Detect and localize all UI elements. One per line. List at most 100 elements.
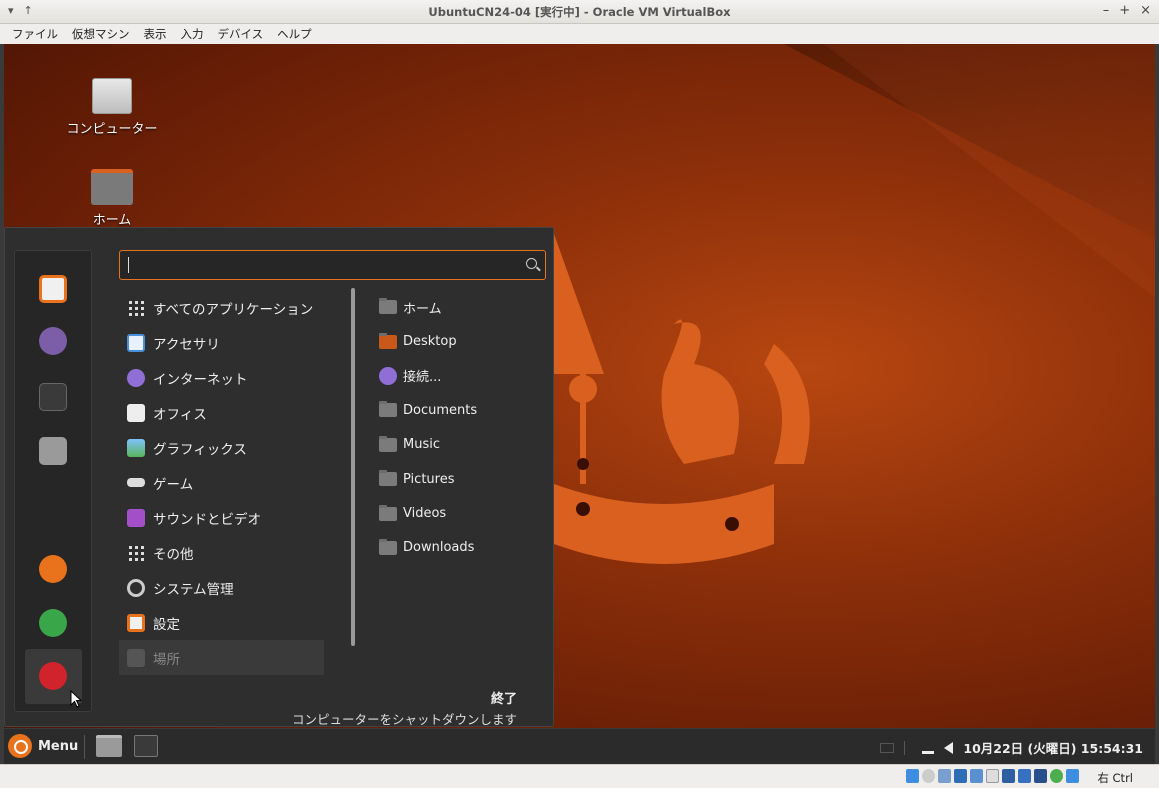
terminal-favorite-icon[interactable]: [39, 383, 67, 411]
place-label: Desktop: [403, 334, 457, 350]
tooltip-description: コンピューターをシャットダウンします: [291, 712, 517, 727]
keyboard-icon[interactable]: [880, 742, 895, 753]
network-icon[interactable]: [922, 742, 935, 754]
menu-file[interactable]: ファイル: [6, 26, 64, 42]
menu-input[interactable]: 入力: [175, 26, 210, 42]
hard-disk-icon[interactable]: [906, 769, 919, 783]
office-icon: [127, 403, 145, 422]
window-titlebar: ▾ ↑ UbuntuCN24-04 [実行中] - Oracle VM Virt…: [0, 0, 1159, 24]
lock-screen-icon[interactable]: [39, 555, 67, 583]
audio-icon[interactable]: [938, 769, 951, 783]
place-pictures[interactable]: Pictures: [375, 462, 550, 496]
vbox-statusbar: 右 Ctrl: [0, 764, 1159, 788]
category-multimedia[interactable]: サウンドとビデオ: [119, 500, 324, 535]
pictures-folder-icon: [379, 470, 397, 487]
category-graphics[interactable]: グラフィックス: [119, 430, 324, 465]
category-other[interactable]: その他: [119, 535, 324, 570]
home-folder-icon: [379, 298, 397, 315]
category-label: すべてのアプリケーション: [153, 301, 314, 318]
place-label: Music: [403, 437, 440, 453]
accessories-icon: [127, 333, 145, 352]
category-system[interactable]: システム管理: [119, 570, 324, 605]
usb-icon[interactable]: [970, 769, 983, 783]
notifications-icon[interactable]: [904, 740, 912, 755]
category-scrollbar[interactable]: [351, 288, 355, 646]
shared-folders-icon[interactable]: [986, 769, 999, 783]
chat-favorite-icon[interactable]: [39, 327, 67, 355]
settings-icon: [127, 613, 145, 632]
ubuntu-logo-icon: [8, 734, 32, 758]
menu-devices[interactable]: デバイス: [212, 26, 270, 42]
place-label: 接続...: [403, 370, 442, 386]
optical-drive-icon[interactable]: [922, 769, 935, 783]
downloads-folder-icon: [379, 538, 397, 555]
titlebar-right-controls: – + ×: [1103, 3, 1151, 18]
category-label: サウンドとビデオ: [153, 511, 261, 528]
home-folder-icon: [91, 169, 133, 205]
display-icon[interactable]: [1002, 769, 1015, 783]
place-label: Downloads: [403, 540, 475, 556]
place-downloads[interactable]: Downloads: [375, 531, 550, 565]
menu-button[interactable]: Menu: [8, 734, 78, 758]
desktop-icon-computer[interactable]: コンピューター: [62, 78, 162, 137]
category-label: インターネット: [153, 371, 248, 388]
place-documents[interactable]: Documents: [375, 393, 550, 427]
category-settings[interactable]: 設定: [119, 605, 324, 640]
place-connect[interactable]: 接続...: [375, 359, 550, 393]
category-places[interactable]: 場所: [119, 640, 324, 675]
search-icon: [526, 258, 537, 269]
start-menu: すべてのアプリケーション アクセサリ インターネット オフィス グラフィックス …: [4, 227, 554, 727]
folder-icon: [127, 648, 145, 667]
window-title: UbuntuCN24-04 [実行中] - Oracle VM VirtualB…: [428, 4, 731, 19]
mouse-cursor-icon: [70, 690, 82, 708]
place-label: Documents: [403, 402, 478, 418]
category-accessories[interactable]: アクセサリ: [119, 325, 324, 360]
terminal-launcher-icon[interactable]: [134, 735, 158, 757]
guest-additions-icon[interactable]: [1050, 769, 1063, 783]
place-desktop[interactable]: Desktop: [375, 324, 550, 358]
taskbar-panel: Menu 10月22日 (火曜日) 15:54:31: [4, 728, 1155, 764]
tooltip-title: 終了: [490, 692, 517, 707]
settings-favorite-icon[interactable]: [39, 275, 67, 303]
category-games[interactable]: ゲーム: [119, 465, 324, 500]
graphics-icon: [127, 438, 145, 457]
vbox-menubar: ファイル 仮想マシン 表示 入力 デバイス ヘルプ: [0, 24, 1159, 44]
music-folder-icon: [379, 435, 397, 452]
window-menu-icon[interactable]: ▾: [8, 4, 14, 17]
place-label: Videos: [403, 506, 447, 522]
place-videos[interactable]: Videos: [375, 496, 550, 530]
cpu-icon[interactable]: [1034, 769, 1047, 783]
internet-icon: [127, 368, 145, 387]
computer-icon: [92, 78, 132, 114]
recording-icon[interactable]: [1018, 769, 1031, 783]
menu-machine[interactable]: 仮想マシン: [66, 26, 136, 42]
favorites-bar: [14, 250, 92, 712]
search-input[interactable]: [119, 250, 546, 280]
multimedia-icon: [127, 508, 145, 527]
close-button[interactable]: ×: [1140, 3, 1151, 18]
files-favorite-icon[interactable]: [39, 437, 67, 465]
clock[interactable]: 10月22日 (火曜日) 15:54:31: [963, 738, 1143, 757]
files-launcher-icon[interactable]: [96, 735, 122, 757]
minimize-button[interactable]: –: [1103, 3, 1110, 18]
videos-folder-icon: [379, 504, 397, 521]
category-all[interactable]: すべてのアプリケーション: [119, 290, 324, 325]
menu-help[interactable]: ヘルプ: [271, 26, 318, 42]
desktop-icon-label: コンピューター: [66, 122, 158, 137]
maximize-button[interactable]: +: [1119, 3, 1130, 18]
menu-view[interactable]: 表示: [138, 26, 173, 42]
desktop-icon-home[interactable]: ホーム: [62, 169, 162, 228]
logout-icon[interactable]: [39, 609, 67, 637]
category-internet[interactable]: インターネット: [119, 360, 324, 395]
category-label: その他: [153, 546, 194, 563]
network-adapter-icon[interactable]: [954, 769, 967, 783]
window-keep-above-icon[interactable]: ↑: [24, 4, 33, 17]
category-office[interactable]: オフィス: [119, 395, 324, 430]
category-label: システム管理: [153, 581, 234, 598]
place-music[interactable]: Music: [375, 428, 550, 462]
category-label: グラフィックス: [153, 441, 247, 458]
place-home[interactable]: ホーム: [375, 290, 550, 324]
mouse-integration-icon[interactable]: [1066, 769, 1079, 783]
device-status-icons: [906, 769, 1079, 783]
volume-icon[interactable]: [944, 741, 954, 754]
